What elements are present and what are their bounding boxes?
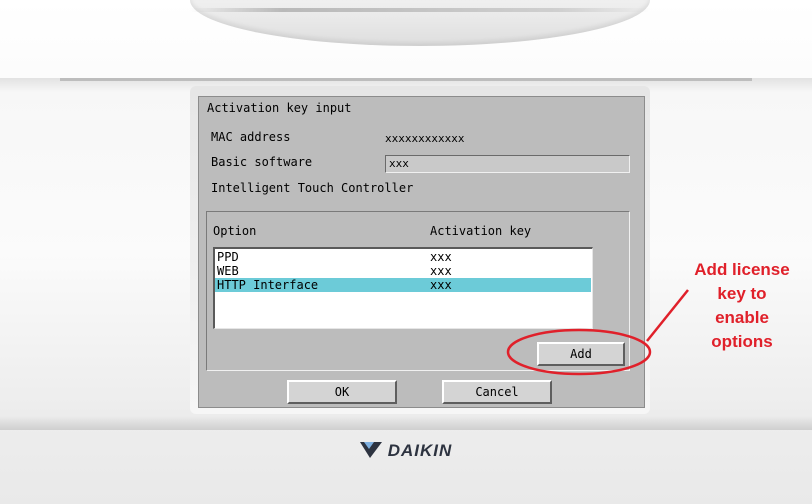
annotation-line: Add license (694, 260, 790, 279)
cancel-button[interactable]: Cancel (442, 380, 552, 404)
mac-address-label: MAC address (211, 130, 291, 144)
basic-software-field: xxx (385, 155, 630, 173)
dialog-title: Activation key input (207, 101, 352, 115)
list-item[interactable]: WEB xxx (215, 264, 591, 278)
daikin-logo-text: DAIKIN (387, 441, 453, 460)
add-button[interactable]: Add (537, 342, 625, 366)
activation-key-value: xxx (430, 250, 452, 264)
daikin-logo-mark-icon (360, 442, 382, 458)
mac-address-value: xxxxxxxxxxxx (385, 132, 465, 145)
ok-button[interactable]: OK (287, 380, 397, 404)
annotation-callout: Add license key to enable options (676, 258, 808, 354)
activation-key-value: xxx (430, 264, 452, 278)
annotation-line: options (711, 332, 773, 351)
activation-key-value: xxx (430, 278, 452, 292)
list-item[interactable]: PPD xxx (215, 250, 591, 264)
annotation-line: enable (715, 308, 769, 327)
controller-device: Activation key input MAC address xxxxxxx… (0, 0, 812, 504)
option-column-header: Option (213, 224, 257, 238)
intelligent-touch-controller-label: Intelligent Touch Controller (211, 181, 414, 195)
basic-software-label: Basic software (211, 155, 313, 169)
device-top-notch (190, 0, 650, 46)
activation-dialog: Activation key input MAC address xxxxxxx… (198, 96, 645, 408)
annotation-line: key to (717, 284, 767, 303)
option-name: HTTP Interface (217, 278, 319, 292)
option-name: WEB (217, 264, 239, 278)
option-name: PPD (217, 250, 239, 264)
list-item-selected[interactable]: HTTP Interface xxx (215, 278, 591, 292)
daikin-logo: DAIKIN (360, 441, 452, 465)
activation-key-column-header: Activation key (430, 224, 532, 238)
options-list[interactable]: PPD xxx WEB xxx HTTP Interface xxx (213, 247, 593, 329)
